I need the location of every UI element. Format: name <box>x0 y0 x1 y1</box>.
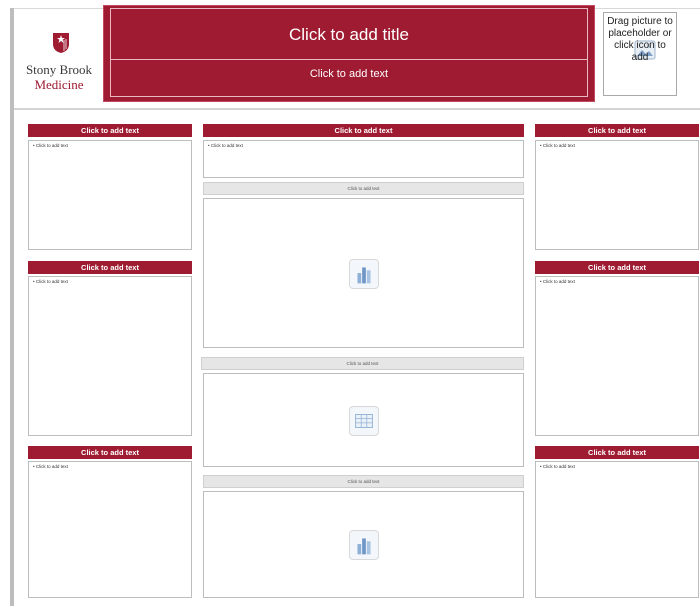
bullet-label: Click to add text <box>542 464 575 469</box>
table-placeholder[interactable] <box>203 373 524 467</box>
right-section-3-heading[interactable]: Click to add text <box>535 446 699 459</box>
picture-placeholder[interactable]: Drag picture to placeholder or click ico… <box>603 12 677 96</box>
title-banner: Click to add title Click to add text <box>103 5 595 102</box>
bullet-label: Click to add text <box>210 143 243 148</box>
center-section-heading[interactable]: Click to add text <box>203 124 524 137</box>
chart-placeholder-2[interactable] <box>203 491 524 598</box>
logo-text-medicine: Medicine <box>34 77 84 92</box>
title-divider <box>111 59 587 60</box>
bullet-text[interactable]: • Click to add text <box>540 143 575 148</box>
header-divider <box>14 108 700 110</box>
left-section-1-body[interactable]: • Click to add text <box>28 140 192 250</box>
right-section-2-body[interactable]: • Click to add text <box>535 276 699 436</box>
table-icon[interactable] <box>349 406 379 436</box>
bullet-label: Click to add text <box>35 464 68 469</box>
bullet-label: Click to add text <box>542 279 575 284</box>
right-section-2-heading[interactable]: Click to add text <box>535 261 699 274</box>
shield-icon <box>53 33 69 53</box>
poster-subtitle[interactable]: Click to add text <box>111 68 587 80</box>
bullet-text[interactable]: • Click to add text <box>33 464 68 469</box>
right-section-1-body[interactable]: • Click to add text <box>535 140 699 250</box>
bullet-text[interactable]: • Click to add text <box>33 143 68 148</box>
poster-canvas: Stony Brook Medicine Click to add title … <box>0 0 700 606</box>
left-section-2-body[interactable]: • Click to add text <box>28 276 192 436</box>
left-section-3-heading[interactable]: Click to add text <box>28 446 192 459</box>
left-section-3-body[interactable]: • Click to add text <box>28 461 192 598</box>
stony-brook-logo: Stony Brook Medicine <box>14 26 104 106</box>
logo-text-stony-brook: Stony Brook <box>25 62 93 77</box>
bullet-text[interactable]: • Click to add text <box>540 279 575 284</box>
right-section-3-body[interactable]: • Click to add text <box>535 461 699 598</box>
title-placeholder[interactable]: Click to add title Click to add text <box>110 8 588 97</box>
chart-placeholder-1[interactable] <box>203 198 524 348</box>
center-caption-3[interactable]: Click to add text <box>203 475 524 488</box>
right-section-1-heading[interactable]: Click to add text <box>535 124 699 137</box>
center-section-body[interactable]: • Click to add text <box>203 140 524 178</box>
bullet-text[interactable]: • Click to add text <box>33 279 68 284</box>
left-section-1-heading[interactable]: Click to add text <box>28 124 192 137</box>
bullet-label: Click to add text <box>542 143 575 148</box>
chart-icon[interactable] <box>349 259 379 289</box>
left-section-2-heading[interactable]: Click to add text <box>28 261 192 274</box>
center-caption-1[interactable]: Click to add text <box>203 182 524 195</box>
picture-placeholder-text: Drag picture to placeholder or click ico… <box>607 16 673 63</box>
poster-title[interactable]: Click to add title <box>111 25 587 45</box>
chart-icon[interactable] <box>349 530 379 560</box>
bullet-label: Click to add text <box>35 143 68 148</box>
center-caption-2[interactable]: Click to add text <box>201 357 524 370</box>
bullet-text[interactable]: • Click to add text <box>540 464 575 469</box>
bullet-label: Click to add text <box>35 279 68 284</box>
bullet-text[interactable]: • Click to add text <box>208 143 243 148</box>
